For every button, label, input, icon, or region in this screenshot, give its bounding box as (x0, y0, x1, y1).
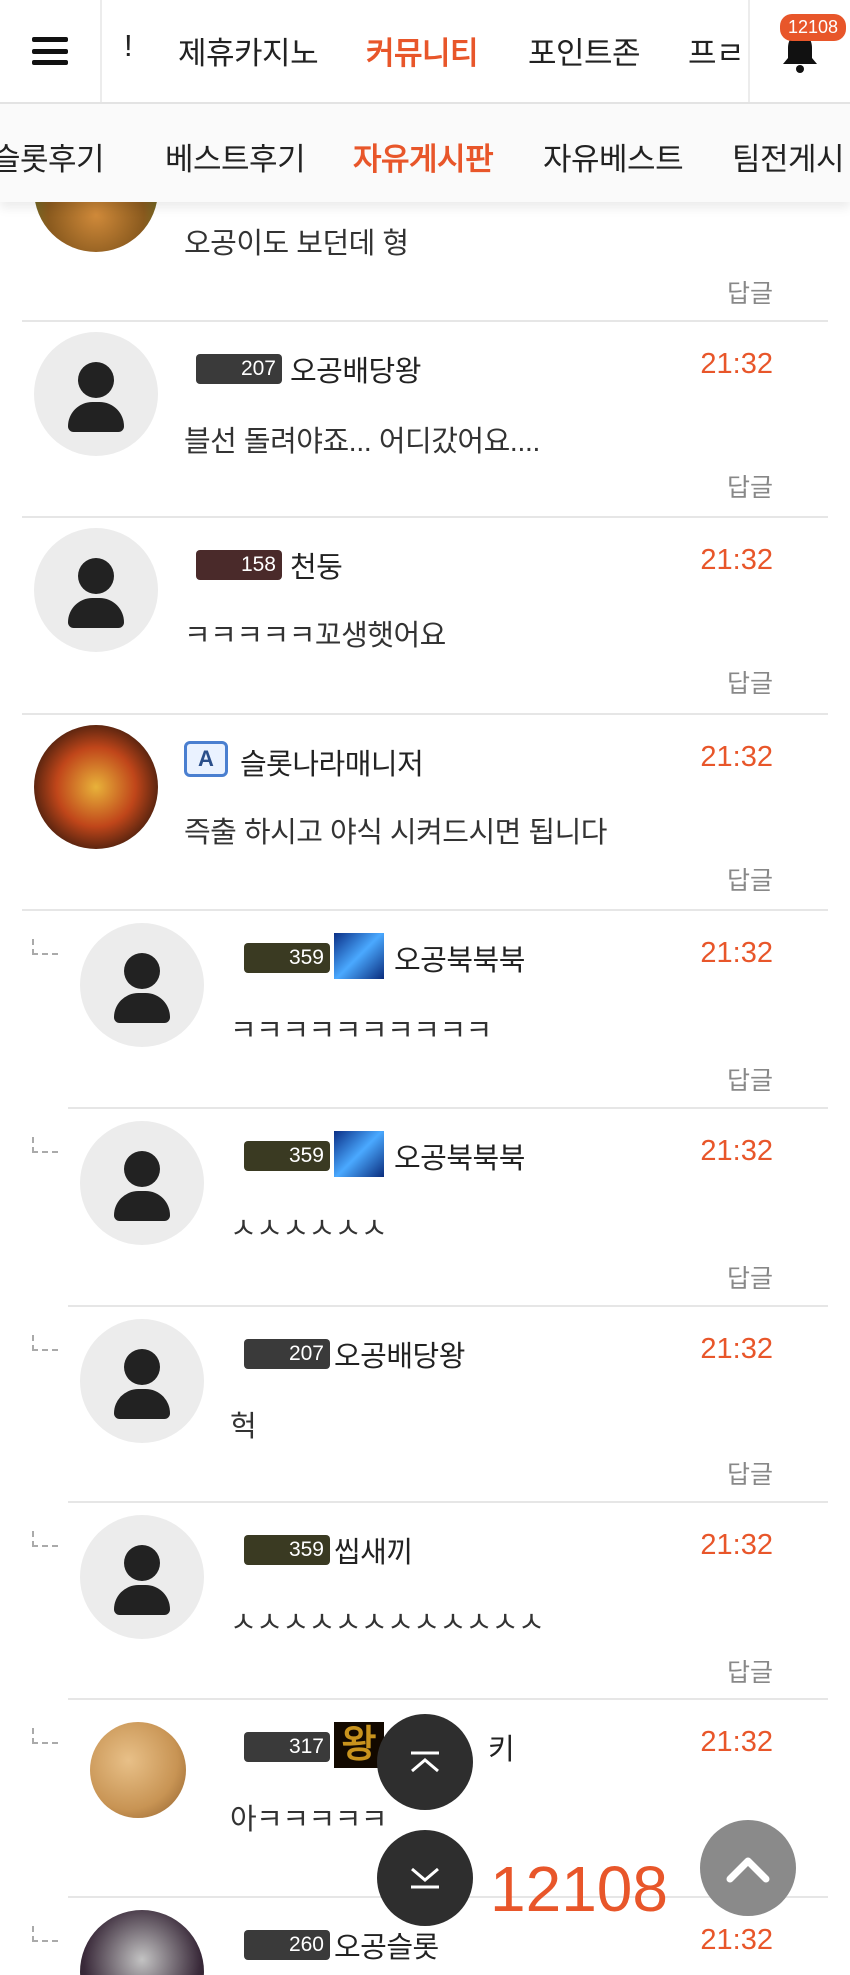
sub-item-slot-review[interactable]: 슬롯후기 (0, 134, 105, 179)
avatar[interactable] (80, 1910, 204, 1975)
reply-arrow-icon (32, 1728, 58, 1744)
level-badge: 359 (244, 943, 330, 973)
page-up-button[interactable] (700, 1820, 796, 1916)
reply-arrow-icon (32, 1926, 58, 1942)
comment-item: 158 천둥 21:32 ㅋㅋㅋㅋㅋ꼬생햇어요 답글 (22, 518, 828, 715)
comment-text: ㅅㅅㅅㅅㅅㅅㅅㅅㅅㅅㅅㅅ (230, 1607, 545, 1639)
top-nav: ! 제휴카지노 커뮤니티 포인트존 프ㄹ 12108 (0, 0, 850, 104)
comment-time: 21:32 (700, 544, 773, 576)
comment-item-reply: 207 오공배당왕 21:32 헉 답글 (32, 1307, 828, 1503)
user-icon-image (334, 933, 384, 979)
comment-time: 21:32 (700, 741, 773, 773)
comment-item: 207 오공배당왕 21:32 블선 돌려야죠... 어디갔어요.... 답글 (22, 322, 828, 518)
comment-text: ㅋㅋㅋㅋㅋ꼬생햇어요 (184, 620, 446, 652)
scroll-top-button[interactable] (377, 1714, 473, 1810)
nav-item-point-zone[interactable]: 포인트존 (528, 28, 641, 73)
reply-button[interactable]: 답글 (727, 861, 773, 897)
reply-button[interactable]: 답글 (727, 1455, 773, 1491)
reply-button[interactable]: 답글 (727, 1653, 773, 1689)
avatar[interactable] (80, 923, 204, 1047)
comment-nickname[interactable]: 오공배당왕 (290, 348, 421, 390)
level-badge: 359 (244, 1535, 330, 1565)
chevron-up-icon (726, 1857, 770, 1883)
comment-nickname[interactable]: 씹새끼 (334, 1529, 413, 1571)
comment-time: 21:32 (700, 937, 773, 969)
avatar[interactable] (80, 1515, 204, 1639)
user-icon-image (334, 1131, 384, 1177)
chevron-down-bar-icon (411, 1867, 439, 1889)
comment-nickname[interactable]: 오공배당왕 (334, 1333, 465, 1375)
comment-nickname[interactable]: 오공슬롯 (334, 1924, 439, 1966)
chevron-up-bar-icon (411, 1751, 439, 1773)
notification-badge: 12108 (780, 14, 847, 41)
nav-item-community[interactable]: 커뮤니티 (366, 28, 479, 73)
comment-nickname[interactable]: 천둥 (290, 544, 343, 586)
level-badge: 359 (244, 1141, 330, 1171)
level-badge: 158 (196, 550, 282, 580)
avatar[interactable] (34, 332, 158, 456)
comment-time: 21:32 (700, 1529, 773, 1561)
reply-button[interactable]: 답글 (727, 664, 773, 700)
comment-item-reply: 359 씹새끼 21:32 ㅅㅅㅅㅅㅅㅅㅅㅅㅅㅅㅅㅅ 답글 (32, 1503, 828, 1700)
admin-badge-icon: A (184, 741, 228, 777)
avatar[interactable] (80, 1121, 204, 1245)
sub-item-best-review[interactable]: 베스트후기 (165, 134, 306, 179)
avatar[interactable] (90, 1722, 186, 1818)
comment-time: 21:32 (700, 348, 773, 380)
comment-nickname[interactable]: 오공북북북 (394, 937, 525, 979)
scroll-bottom-button[interactable] (377, 1830, 473, 1926)
sub-item-team-board[interactable]: 팀전게시 (732, 134, 845, 179)
sub-nav[interactable]: 슬롯후기 베스트후기 자유게시판 자유베스트 팀전게시 (0, 104, 850, 202)
comment-nickname[interactable]: 오공북북북 (394, 1135, 525, 1177)
avatar[interactable] (34, 528, 158, 652)
comment-item-reply: 359 오공북북북 21:32 ㅅㅅㅅㅅㅅㅅ 답글 (32, 1109, 828, 1307)
reply-button[interactable]: 답글 (727, 1061, 773, 1097)
comment-time: 21:32 (700, 1333, 773, 1365)
comment-nickname[interactable]: 슬롯나라매니저 (240, 741, 424, 783)
comment-text: ㅅㅅㅅㅅㅅㅅ (230, 1213, 388, 1245)
sub-item-free-board[interactable]: 자유게시판 (353, 134, 494, 179)
reply-button[interactable]: 답글 (727, 468, 773, 504)
comment-text: 헉 (230, 1411, 257, 1443)
comment-text: 즉출 하시고 야식 시켜드시면 됩니다 (184, 817, 607, 849)
comment-item-reply: 359 오공북북북 21:32 ㅋㅋㅋㅋㅋㅋㅋㅋㅋㅋ 답글 (32, 911, 828, 1109)
comment-text: 아ㅋㅋㅋㅋㅋ (230, 1804, 388, 1836)
reply-arrow-icon (32, 1137, 58, 1153)
top-nav-scroll[interactable]: ! 제휴카지노 커뮤니티 포인트존 프ㄹ (102, 0, 748, 102)
level-badge: 207 (196, 354, 282, 384)
hamburger-icon (32, 37, 68, 65)
comment-time: 21:32 (700, 1726, 773, 1758)
notification-button[interactable]: 12108 (748, 0, 850, 102)
level-badge: 207 (244, 1339, 330, 1369)
nav-item-next[interactable]: 프ㄹ (688, 28, 745, 73)
level-badge: 260 (244, 1930, 330, 1960)
comment-time: 21:32 (700, 1135, 773, 1167)
reply-button[interactable]: 답글 (727, 1259, 773, 1295)
nav-item-prev[interactable]: ! (124, 28, 133, 64)
reply-button[interactable]: 답글 (727, 274, 773, 310)
comment-text: ㅋㅋㅋㅋㅋㅋㅋㅋㅋㅋ (230, 1015, 492, 1047)
sub-item-free-best[interactable]: 자유베스트 (543, 134, 684, 179)
comment-nickname[interactable]: 키 (488, 1726, 515, 1768)
avatar[interactable] (80, 1319, 204, 1443)
comment-text: 블선 돌려야죠... 어디갔어요.... (184, 426, 541, 458)
comment-item: A 슬롯나라매니저 21:32 즉출 하시고 야식 시켜드시면 됩니다 답글 (22, 715, 828, 911)
comment-time: 21:32 (700, 1924, 773, 1956)
menu-button[interactable] (0, 0, 102, 102)
comment-text: 오공이도 보던데 형 (184, 228, 409, 260)
nav-item-affiliate-casino[interactable]: 제휴카지노 (178, 28, 319, 73)
point-count: 12108 (490, 1853, 668, 1925)
level-badge: 317 (244, 1732, 330, 1762)
reply-arrow-icon (32, 1531, 58, 1547)
reply-arrow-icon (32, 939, 58, 955)
avatar[interactable] (34, 725, 158, 849)
reply-arrow-icon (32, 1335, 58, 1351)
